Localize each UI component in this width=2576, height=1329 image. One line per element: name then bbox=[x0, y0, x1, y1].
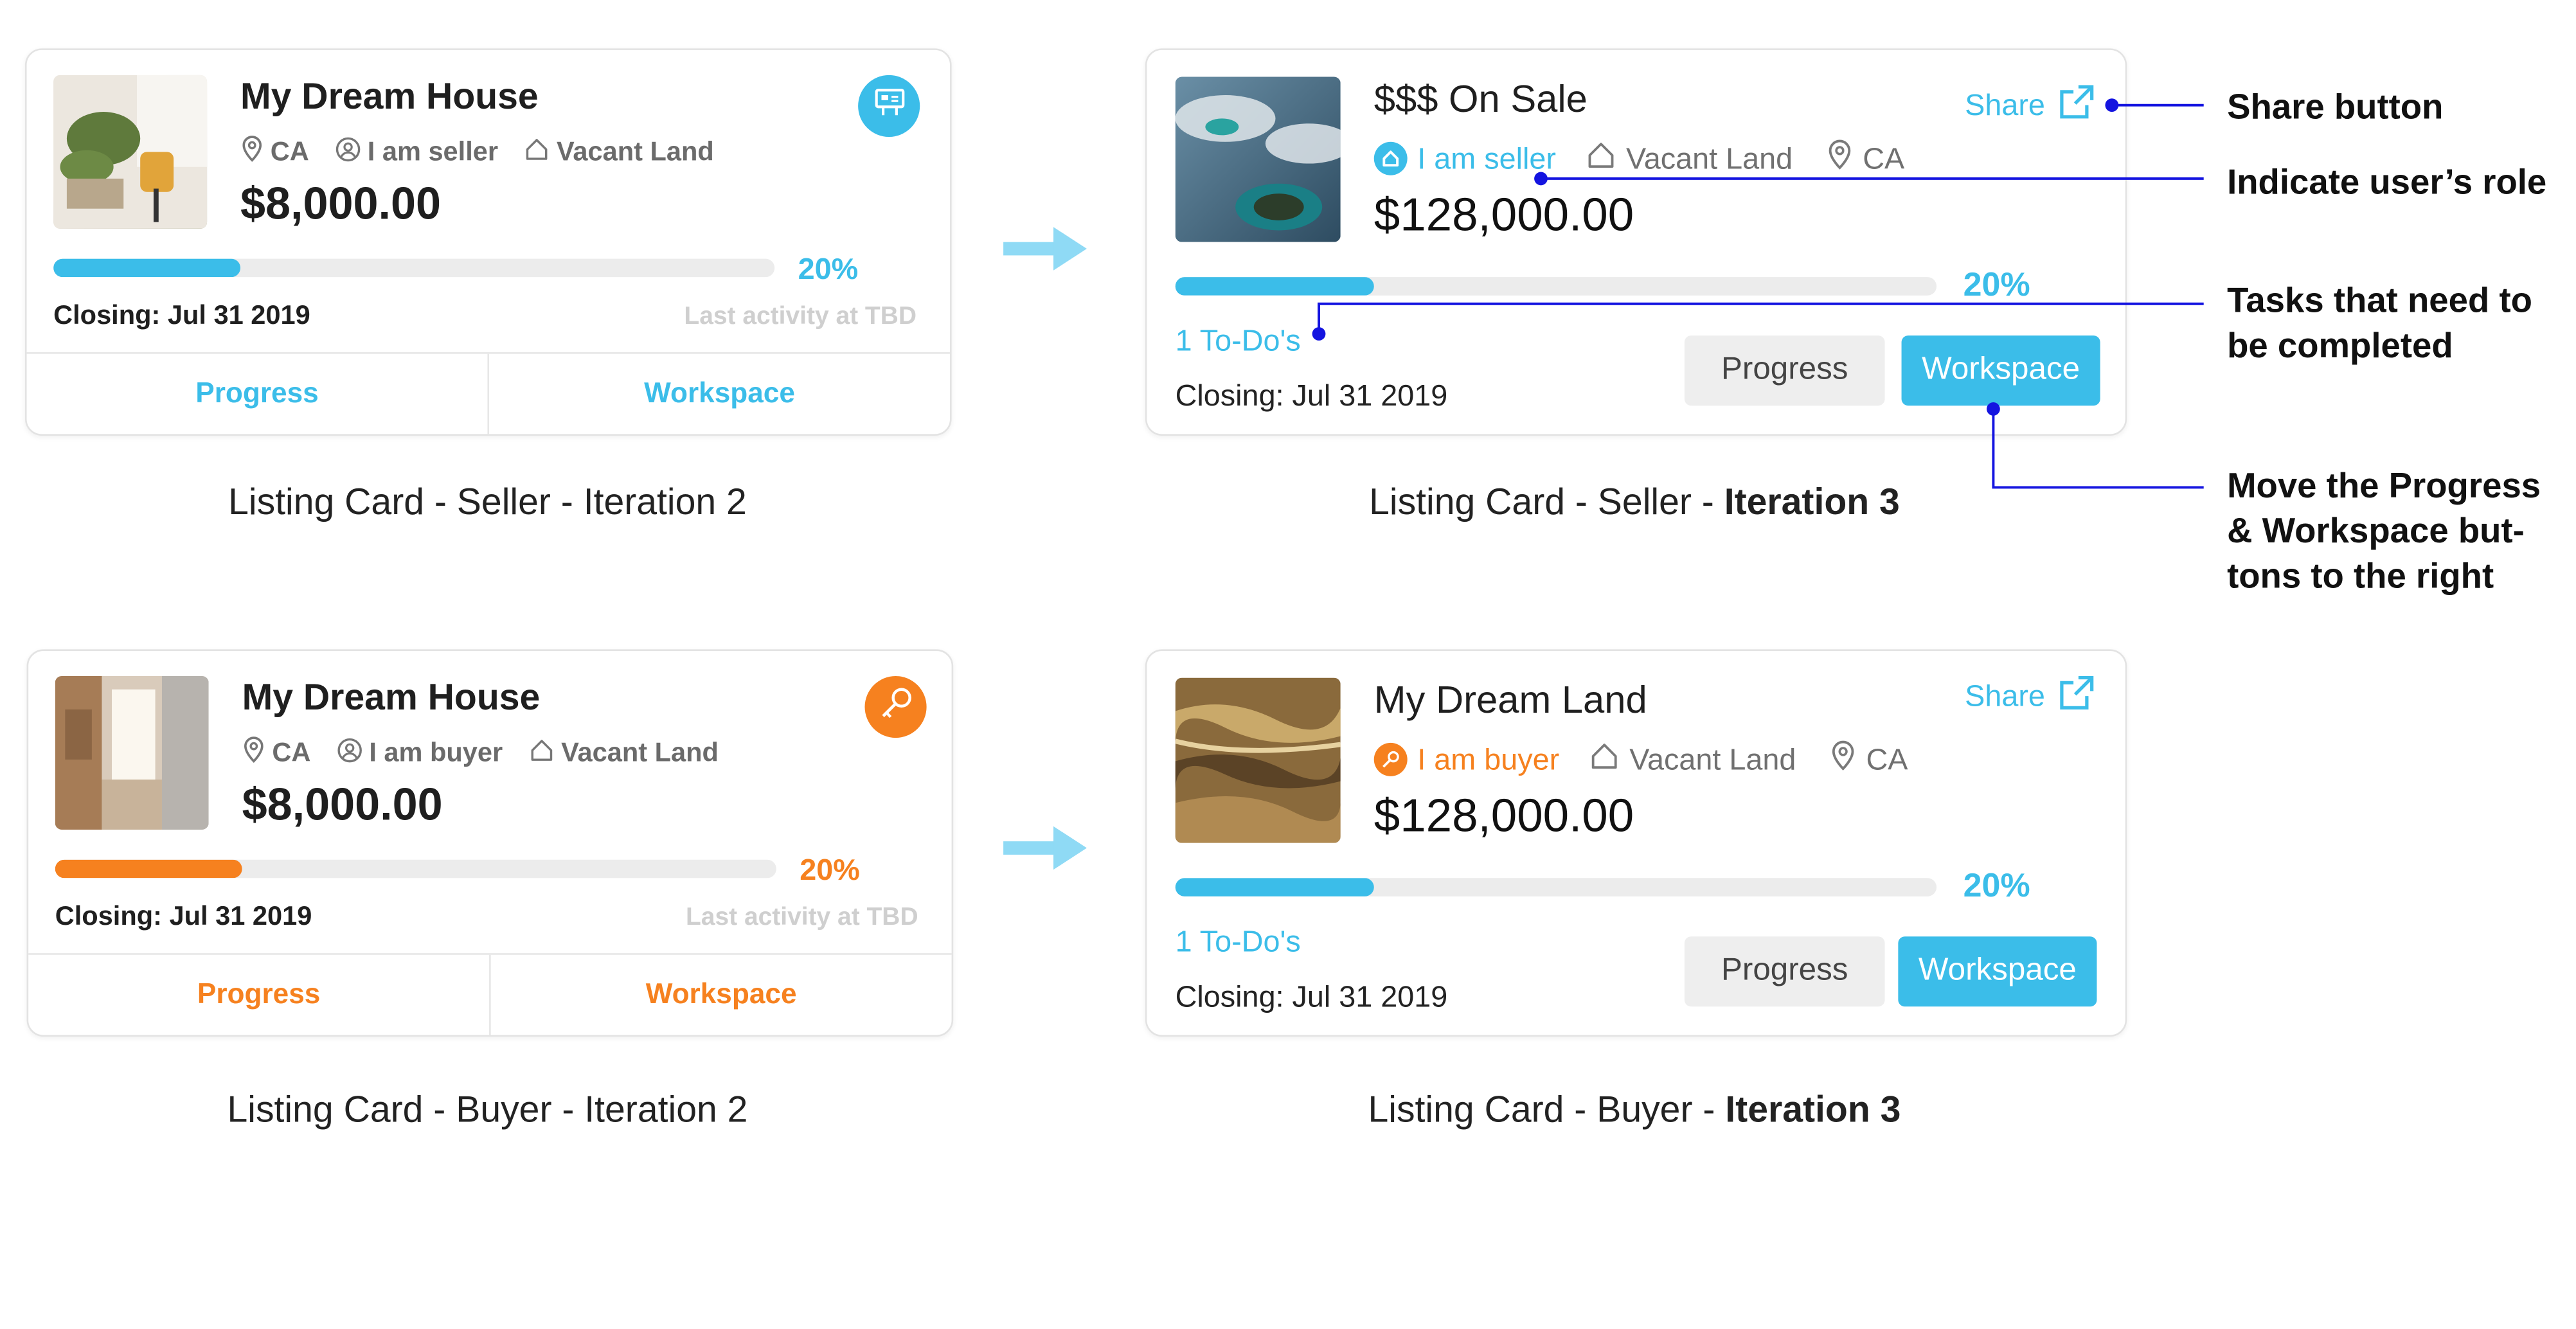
annotation-share-button: Share button bbox=[2227, 88, 2444, 127]
annotation-move-buttons: Move the Progress & Workspace but- tons … bbox=[2227, 467, 2541, 596]
annotation-lines bbox=[1312, 98, 2204, 489]
annotation-user-role: Indicate user’s role bbox=[2227, 163, 2547, 202]
annotation-tasks: Tasks that need to be completed bbox=[2227, 281, 2532, 366]
